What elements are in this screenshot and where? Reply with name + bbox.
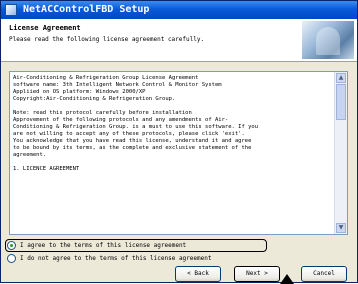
scroll-down-icon[interactable]: ▼ xyxy=(336,223,346,233)
setup-window: NetACControlFBD Setup License Agreement … xyxy=(0,0,358,284)
header-graphic xyxy=(302,21,354,59)
agree-radio[interactable] xyxy=(7,241,16,250)
cancel-button[interactable]: Cancel xyxy=(301,266,347,282)
scroll-thumb[interactable] xyxy=(336,84,346,120)
page-title: License Agreement xyxy=(9,24,81,32)
agree-label[interactable]: I agree to the terms of this license agr… xyxy=(20,241,186,250)
license-scrollbar[interactable]: ▲ ▼ xyxy=(334,72,347,234)
setup-app-icon xyxy=(5,4,17,16)
title-bar[interactable]: NetACControlFBD Setup xyxy=(1,1,357,19)
back-button[interactable]: < Back xyxy=(175,266,221,282)
next-button[interactable]: Next > xyxy=(234,266,280,282)
scroll-up-icon[interactable]: ▲ xyxy=(336,73,346,83)
window-title: NetACControlFBD Setup xyxy=(23,4,150,15)
license-text-box[interactable]: Air-Conditioning & Refrigeration Group L… xyxy=(9,71,348,235)
wizard-header: License Agreement Please read the follow… xyxy=(1,19,357,62)
license-text: Air-Conditioning & Refrigeration Group L… xyxy=(13,75,259,172)
disagree-label[interactable]: I do not agree to the terms of this lice… xyxy=(20,254,211,263)
page-subtitle: Please read the following license agreem… xyxy=(9,36,205,43)
disagree-radio[interactable] xyxy=(7,254,16,263)
